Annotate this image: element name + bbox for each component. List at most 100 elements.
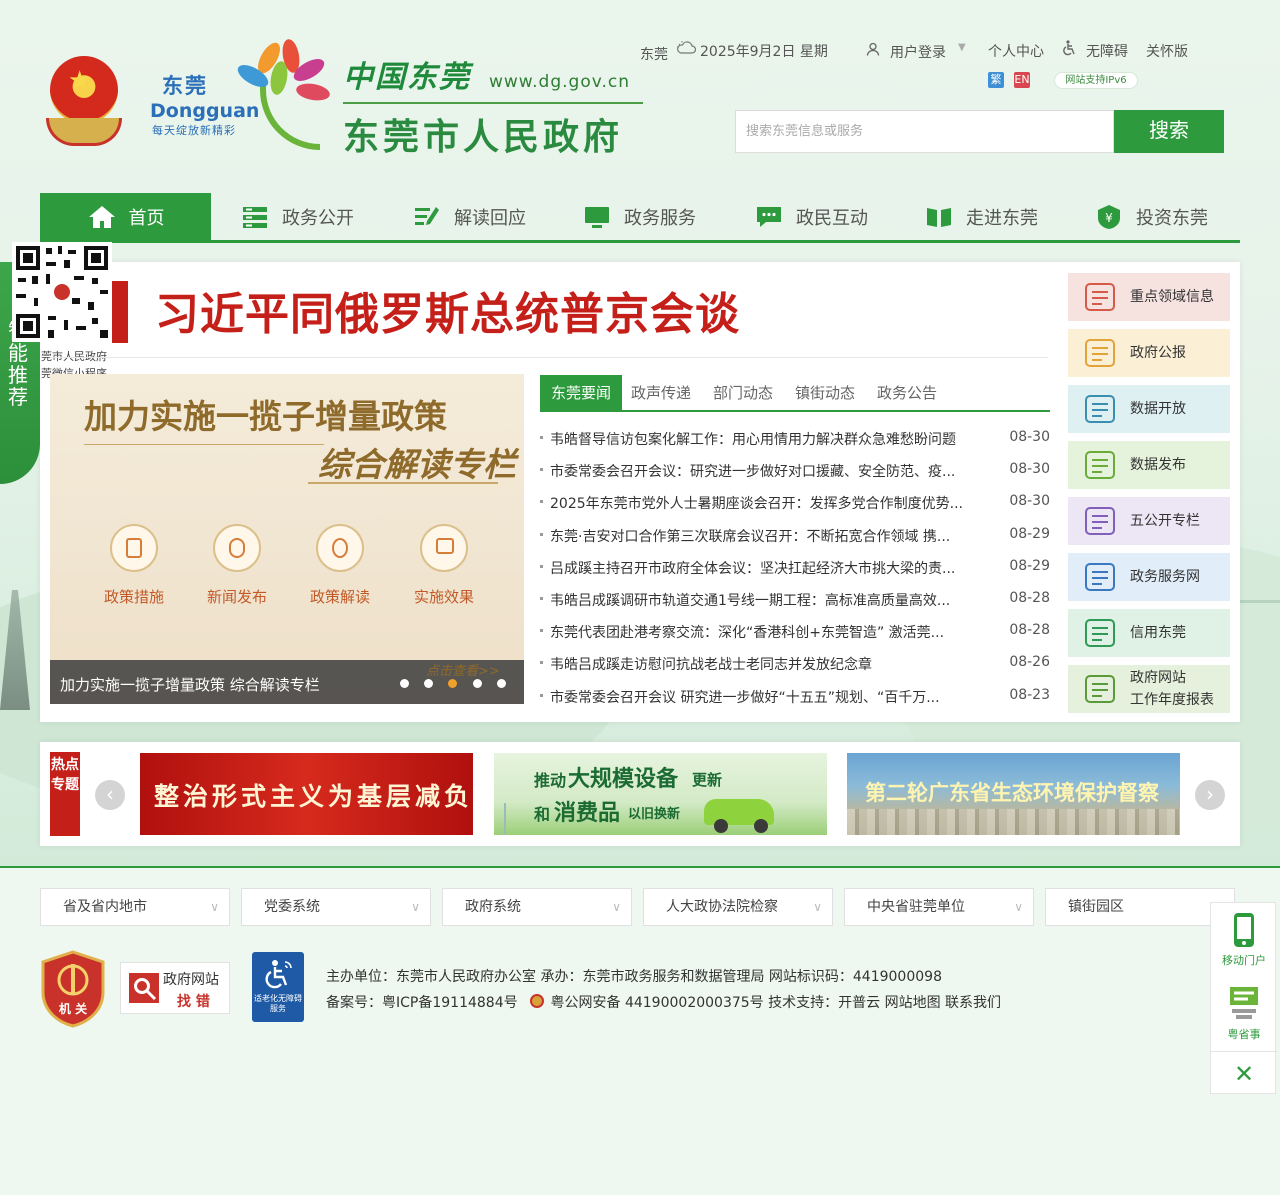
slide-cat-policy[interactable]: 政策措施: [104, 524, 164, 607]
nav-gov-service[interactable]: 政务服务: [582, 193, 732, 240]
login-link[interactable]: 用户登录: [890, 42, 946, 62]
icp-link[interactable]: 备案号：粤ICP备19114884号: [326, 995, 518, 1011]
accessibility-icon[interactable]: [1062, 40, 1076, 60]
ipv6-badge: 网站支持IPv6: [1054, 72, 1138, 89]
close-icon[interactable]: ✕: [1211, 1051, 1277, 1095]
table-icon: [1085, 675, 1115, 703]
news-item[interactable]: 吕成蹊主持召开市政府全体会议：坚决扛起经济大市挑大梁的责... 08-29: [540, 553, 1050, 585]
news-date: 08-30: [1009, 461, 1050, 478]
site-name[interactable]: 中国东莞 www.dg.gov.cn 东莞市人民政府: [343, 52, 643, 160]
quick-link-chart[interactable]: 数据开放: [1068, 385, 1230, 433]
quick-link-credit[interactable]: 信用东莞: [1068, 609, 1230, 657]
news-item[interactable]: 市委常委会召开会议 研究进一步做好“十五五”规划、“百千万... 08-23: [540, 682, 1050, 714]
news-title[interactable]: 市委常委会召开会议：研究进一步做好对口援藏、安全防范、疫...: [550, 461, 990, 481]
news-title[interactable]: 2025年东莞市党外人士暑期座谈会召开：发挥多党合作制度优势...: [550, 493, 990, 513]
slide-more-link[interactable]: 点击查看>>: [426, 660, 500, 679]
mobile-portal-button[interactable]: 移动门户: [1211, 911, 1277, 968]
nav-interpretation[interactable]: 解读回应: [412, 193, 562, 240]
footer-select[interactable]: 党委系统 ∨: [241, 888, 431, 926]
quick-link-table[interactable]: 政府网站 工作年度报表: [1068, 665, 1230, 713]
nav-interaction[interactable]: 政民互动: [754, 193, 904, 240]
chat-icon: [757, 206, 781, 227]
news-title[interactable]: 韦皓吕成蹊调研市轨道交通1号线一期工程：高标准高质量高效...: [550, 590, 990, 610]
people-icon: [1085, 339, 1115, 367]
headline-link[interactable]: 习近平同俄罗斯总统普京会谈: [155, 278, 740, 342]
slide-cat-effect[interactable]: 实施效果: [414, 524, 474, 607]
tab-department[interactable]: 部门动态: [713, 375, 773, 411]
tab-announcement[interactable]: 政务公告: [877, 375, 937, 411]
news-item[interactable]: 韦皓督导信访包案化解工作：用心用情用力解决群众急难愁盼问题 08-30: [540, 424, 1050, 456]
footer-select[interactable]: 中央省驻莞单位 ∨: [844, 888, 1034, 926]
magnifier-icon: [129, 973, 159, 1003]
tab-gov-voice[interactable]: 政声传递: [631, 375, 691, 411]
tab-underline: [540, 410, 1050, 412]
news-item[interactable]: 2025年东莞市党外人士暑期座谈会召开：发挥多党合作制度优势... 08-30: [540, 488, 1050, 520]
divider: [50, 357, 1048, 358]
search-button[interactable]: 搜索: [1114, 110, 1224, 153]
nav-label: 走进东莞: [966, 207, 1038, 229]
quick-link-label: 五公开专栏: [1130, 513, 1200, 529]
slide-dot[interactable]: [400, 679, 409, 688]
news-date: 08-29: [1009, 525, 1050, 542]
qr-code-icon[interactable]: [12, 242, 112, 342]
chevron-down-icon[interactable]: ▼: [958, 42, 966, 53]
quick-link-building[interactable]: 重点领域信息: [1068, 273, 1230, 321]
quick-link-people[interactable]: 政府公报: [1068, 329, 1230, 377]
accessibility-link[interactable]: 无障碍: [1086, 41, 1128, 61]
nav-gov-affairs[interactable]: 政务公开: [240, 193, 390, 240]
quick-link-label: 政府网站 工作年度报表: [1130, 670, 1214, 708]
quick-link-edit[interactable]: 五公开专栏: [1068, 497, 1230, 545]
slide-dot[interactable]: [497, 679, 506, 688]
banner-eco-inspection[interactable]: 第二轮广东省生态环境保护督察: [847, 753, 1180, 835]
elderly-accessibility-badge[interactable]: 适老化无障碍服务: [252, 952, 304, 1022]
slide-cat-interpretation[interactable]: 政策解读: [310, 524, 370, 607]
party-gov-badge-icon[interactable]: 机 关: [40, 950, 106, 1028]
yueshengshi-button[interactable]: 粤省事: [1211, 983, 1277, 1042]
english-button[interactable]: EN: [1014, 72, 1030, 88]
slide-dot-active[interactable]: [448, 679, 457, 688]
news-date: 08-28: [1009, 589, 1050, 606]
tab-town[interactable]: 镇街动态: [795, 375, 855, 411]
banner-anti-formalism[interactable]: 整治形式主义为基层减负: [140, 753, 473, 835]
quick-link-monitor[interactable]: 政务服务网: [1068, 553, 1230, 601]
slide-dot[interactable]: [473, 679, 482, 688]
footer-select[interactable]: 省及省内地市 ∨: [40, 888, 230, 926]
next-arrow-icon[interactable]: ›: [1195, 780, 1225, 810]
news-item[interactable]: 市委常委会召开会议：研究进一步做好对口援藏、安全防范、疫... 08-30: [540, 456, 1050, 488]
care-mode-link[interactable]: 关怀版: [1146, 41, 1188, 61]
footer-select[interactable]: 人大政协法院检察 ∨: [643, 888, 833, 926]
flower-logo-icon: [222, 37, 332, 154]
site-error-report-button[interactable]: 政府网站 找 错: [120, 962, 230, 1014]
monitor-icon: [585, 206, 609, 228]
banner-equipment-upgrade[interactable]: 推动 大规模设备 更新 和 消费品 以旧换新: [494, 753, 827, 835]
footer-links[interactable]: 粤公网安备 44190002000375号 技术支持：开普云 网站地图 联系我们: [551, 995, 1002, 1011]
microphone-icon: [213, 524, 261, 572]
nav-home[interactable]: 首页: [40, 193, 211, 240]
tab-dongguan-news[interactable]: 东莞要闻: [540, 375, 622, 411]
news-title[interactable]: 韦皓吕成蹊走访慰问抗战老战士老同志并发放纪念章: [550, 654, 990, 674]
news-title[interactable]: 东莞·吉安对口合作第三次联席会议召开：不断拓宽合作领域 携...: [550, 526, 990, 546]
footer-select[interactable]: 镇街园区∨: [1045, 888, 1235, 926]
user-center-link[interactable]: 个人中心: [988, 41, 1044, 61]
monitor-icon: [1085, 563, 1115, 591]
news-item[interactable]: 韦皓吕成蹊调研市轨道交通1号线一期工程：高标准高质量高效... 08-28: [540, 585, 1050, 617]
bullet: [540, 468, 543, 472]
nav-about-dongguan[interactable]: 走进东莞: [924, 193, 1074, 240]
news-title[interactable]: 韦皓督导信访包案化解工作：用心用情用力解决群众急难愁盼问题: [550, 429, 990, 449]
news-title[interactable]: 东莞代表团赴港考察交流：深化“香港科创+东莞智造” 激活莞...: [550, 622, 990, 642]
news-title[interactable]: 吕成蹊主持召开市政府全体会议：坚决扛起经济大市挑大梁的责...: [550, 558, 990, 578]
news-title[interactable]: 市委常委会召开会议 研究进一步做好“十五五”规划、“百千万...: [550, 687, 990, 707]
slide-dot[interactable]: [424, 679, 433, 688]
featured-slide[interactable]: 加力实施一揽子增量政策 综合解读专栏 政策措施 新闻发布 政策解读 实施效果 点…: [50, 374, 524, 704]
footer-select[interactable]: 政府系统 ∨: [442, 888, 632, 926]
slide-cat-press[interactable]: 新闻发布: [207, 524, 267, 607]
news-item[interactable]: 东莞代表团赴港考察交流：深化“香港科创+东莞智造” 激活莞... 08-28: [540, 617, 1050, 649]
news-item[interactable]: 韦皓吕成蹊走访慰问抗战老战士老同志并发放纪念章 08-26: [540, 649, 1050, 681]
search-input[interactable]: 搜索东莞信息或服务: [735, 110, 1114, 153]
nav-invest[interactable]: ¥ 投资东莞: [1094, 193, 1244, 240]
prev-arrow-icon[interactable]: ‹: [95, 780, 125, 810]
traditional-chinese-button[interactable]: 繁: [988, 72, 1004, 88]
quick-link-report[interactable]: 数据发布: [1068, 441, 1230, 489]
news-item[interactable]: 东莞·吉安对口合作第三次联席会议召开：不断拓宽合作领域 携... 08-29: [540, 521, 1050, 553]
user-icon[interactable]: [866, 42, 880, 60]
